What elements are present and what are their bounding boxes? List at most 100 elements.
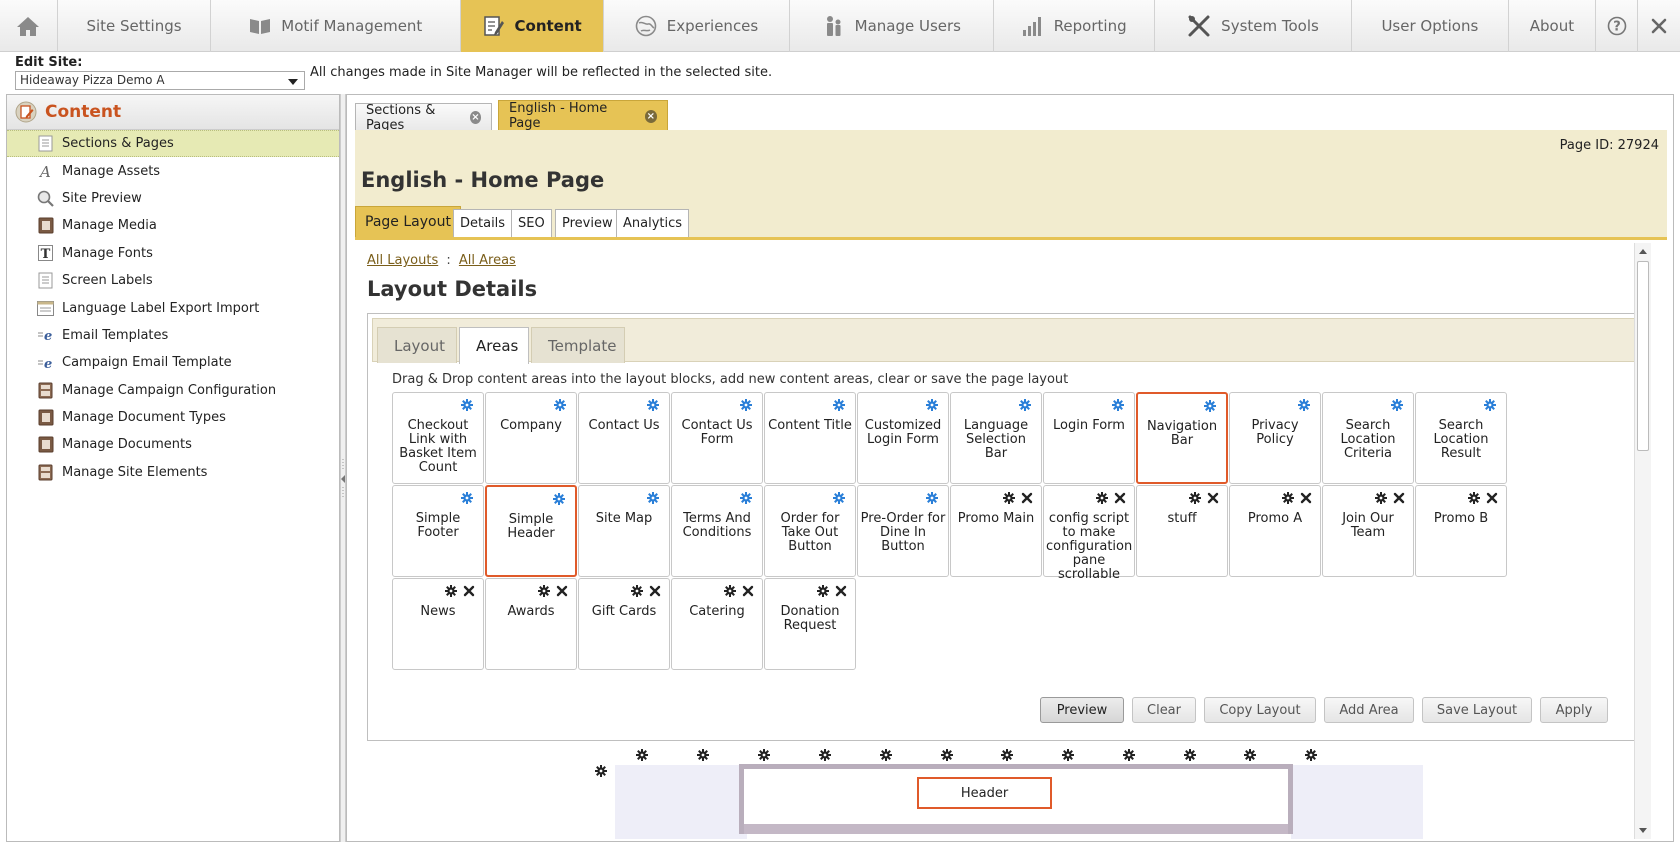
- tab-layout[interactable]: Layout: [377, 327, 457, 363]
- area-tile-search-location-criteria[interactable]: Search Location Criteria: [1322, 392, 1414, 484]
- apply-button[interactable]: Apply: [1540, 697, 1608, 723]
- gear-icon[interactable]: [554, 399, 566, 411]
- area-tile-navigation-bar[interactable]: Navigation Bar: [1136, 392, 1228, 484]
- layout-block-settings[interactable]: [1123, 749, 1135, 761]
- nav-system-tools[interactable]: System Tools: [1155, 0, 1353, 52]
- gear-icon[interactable]: [1096, 492, 1108, 504]
- close-icon[interactable]: [1021, 492, 1033, 504]
- clear-button[interactable]: Clear: [1132, 697, 1196, 723]
- gear-icon[interactable]: [553, 493, 565, 505]
- close-icon[interactable]: [1114, 492, 1126, 504]
- site-select[interactable]: Hideaway Pizza Demo A: [15, 71, 305, 90]
- close-tab-icon[interactable]: ×: [644, 109, 657, 123]
- close-icon[interactable]: [556, 585, 568, 597]
- layout-block-settings[interactable]: [758, 749, 770, 761]
- close-icon[interactable]: [1393, 492, 1405, 504]
- area-tile-pre-order-for-dine-in-button[interactable]: Pre-Order for Dine In Button: [857, 485, 949, 577]
- area-tile-promo-main[interactable]: Promo Main: [950, 485, 1042, 577]
- close-icon[interactable]: [1300, 492, 1312, 504]
- gear-icon[interactable]: [461, 492, 473, 504]
- close-icon[interactable]: [1207, 492, 1219, 504]
- sidebar-item-email-templates[interactable]: e Email Templates: [7, 322, 339, 349]
- close-icon[interactable]: [463, 585, 475, 597]
- gear-icon[interactable]: [1298, 399, 1310, 411]
- home-button[interactable]: [0, 0, 58, 52]
- sidebar-item-screen-labels[interactable]: Screen Labels: [7, 267, 339, 294]
- area-tile-simple-footer[interactable]: Simple Footer: [392, 485, 484, 577]
- gear-icon[interactable]: [1112, 399, 1124, 411]
- sidebar-item-site-preview[interactable]: Site Preview: [7, 185, 339, 212]
- area-tile-contact-us[interactable]: Contact Us: [578, 392, 670, 484]
- area-tile-contact-us-form[interactable]: Contact Us Form: [671, 392, 763, 484]
- gear-icon[interactable]: [647, 399, 659, 411]
- area-tile-catering[interactable]: Catering: [671, 578, 763, 670]
- gear-icon[interactable]: [1123, 749, 1135, 761]
- close-tab-icon[interactable]: ×: [469, 111, 481, 124]
- tab-details[interactable]: Details: [453, 209, 513, 237]
- nav-motif-management[interactable]: Motif Management: [211, 0, 462, 52]
- tab-page-layout[interactable]: Page Layout: [355, 206, 461, 237]
- layout-block-settings[interactable]: [819, 749, 831, 761]
- gear-icon[interactable]: [926, 399, 938, 411]
- scrollbar-thumb[interactable]: [1637, 261, 1649, 451]
- breadcrumb-all-layouts[interactable]: All Layouts: [367, 253, 438, 268]
- nav-experiences[interactable]: Experiences: [604, 0, 791, 52]
- area-tile-company[interactable]: Company: [485, 392, 577, 484]
- nav-content[interactable]: Content: [461, 0, 604, 52]
- gear-icon[interactable]: [1391, 399, 1403, 411]
- header-area-block[interactable]: Header: [917, 777, 1052, 809]
- area-tile-privacy-policy[interactable]: Privacy Policy: [1229, 392, 1321, 484]
- sidebar-item-manage-document-types[interactable]: Manage Document Types: [7, 404, 339, 431]
- nav-manage-users[interactable]: Manage Users: [790, 0, 995, 52]
- sidebar-item-sections-pages[interactable]: Sections & Pages: [7, 130, 339, 158]
- layout-block-settings[interactable]: [1062, 749, 1074, 761]
- tab-sections-pages[interactable]: Sections & Pages ×: [355, 103, 492, 133]
- content-scrollbar[interactable]: [1634, 243, 1651, 839]
- sidebar-item-manage-fonts[interactable]: T Manage Fonts: [7, 240, 339, 267]
- gear-icon[interactable]: [1484, 399, 1496, 411]
- gear-icon[interactable]: [1282, 492, 1294, 504]
- gear-icon[interactable]: [740, 492, 752, 504]
- area-tile-awards[interactable]: Awards: [485, 578, 577, 670]
- area-tile-promo-a[interactable]: Promo A: [1229, 485, 1321, 577]
- gear-icon[interactable]: [538, 585, 550, 597]
- close-icon[interactable]: [649, 585, 661, 597]
- tab-template[interactable]: Template: [531, 327, 625, 363]
- close-icon[interactable]: [835, 585, 847, 597]
- close-app-button[interactable]: [1638, 0, 1680, 52]
- area-tile-checkout-link-with-basket-item-count[interactable]: Checkout Link with Basket Item Count: [392, 392, 484, 484]
- nav-site-settings[interactable]: Site Settings: [58, 0, 212, 52]
- nav-about[interactable]: About: [1509, 0, 1597, 52]
- gear-icon[interactable]: [636, 749, 648, 761]
- scroll-down-icon[interactable]: [1639, 828, 1647, 833]
- layout-block-settings[interactable]: [697, 749, 709, 761]
- gear-icon[interactable]: [833, 399, 845, 411]
- tab-areas[interactable]: Areas: [459, 327, 529, 364]
- tab-analytics[interactable]: Analytics: [616, 209, 690, 237]
- gear-icon[interactable]: [697, 749, 709, 761]
- scroll-up-icon[interactable]: [1639, 249, 1647, 254]
- area-tile-config-script-to-make-configuration-pane-scrollable[interactable]: config script to make configuration pane…: [1043, 485, 1135, 582]
- layout-block-settings[interactable]: [1184, 749, 1196, 761]
- gear-icon[interactable]: [819, 749, 831, 761]
- sidebar-item-manage-campaign-configuration[interactable]: Manage Campaign Configuration: [7, 377, 339, 404]
- gear-icon[interactable]: [631, 585, 643, 597]
- sidebar-item-manage-documents[interactable]: Manage Documents: [7, 431, 339, 458]
- nav-user-options[interactable]: User Options: [1352, 0, 1509, 52]
- copy-layout-button[interactable]: Copy Layout: [1204, 697, 1316, 723]
- gear-icon[interactable]: [926, 492, 938, 504]
- area-tile-login-form[interactable]: Login Form: [1043, 392, 1135, 484]
- gear-icon[interactable]: [833, 492, 845, 504]
- gear-icon[interactable]: [1375, 492, 1387, 504]
- sidebar-item-campaign-email-template[interactable]: e Campaign Email Template: [7, 349, 339, 376]
- area-tile-order-for-take-out-button[interactable]: Order for Take Out Button: [764, 485, 856, 577]
- breadcrumb-all-areas[interactable]: All Areas: [459, 253, 516, 268]
- sidebar-item-manage-media[interactable]: Manage Media: [7, 212, 339, 239]
- gear-icon[interactable]: [1468, 492, 1480, 504]
- sidebar-item-manage-site-elements[interactable]: Manage Site Elements: [7, 459, 339, 486]
- area-tile-content-title[interactable]: Content Title: [764, 392, 856, 484]
- area-tile-gift-cards[interactable]: Gift Cards: [578, 578, 670, 670]
- layout-block-settings[interactable]: [880, 749, 892, 761]
- gear-icon[interactable]: [1184, 749, 1196, 761]
- area-tile-terms-and-conditions[interactable]: Terms And Conditions: [671, 485, 763, 577]
